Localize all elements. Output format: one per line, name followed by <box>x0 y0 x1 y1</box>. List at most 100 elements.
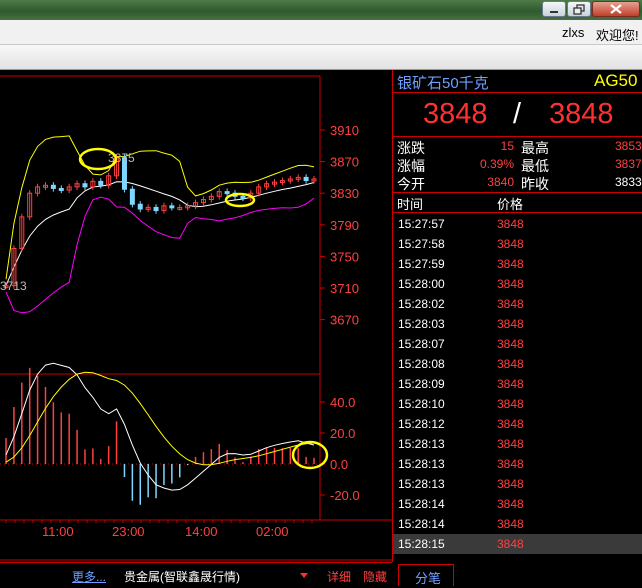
candle-body <box>137 203 143 210</box>
time-axis-label: 02:00 <box>256 524 289 539</box>
restore-icon <box>573 4 585 15</box>
highlight-circle <box>224 192 256 208</box>
tick-row[interactable]: 15:28:13 3848 <box>393 434 642 454</box>
quote-label: 涨幅 <box>397 158 425 174</box>
tick-time: 15:27:57 <box>398 217 445 231</box>
data-source-select[interactable]: 贵金属(智联鑫晟行情) <box>124 568 240 585</box>
quote-value: 0.39% <box>479 157 514 171</box>
tick-row[interactable]: 15:28:14 3848 <box>393 494 642 514</box>
tick-row[interactable]: 15:28:02 3848 <box>393 294 642 314</box>
macd-tick-label: 40.0 <box>330 395 355 410</box>
macd-dea-line <box>5 371 315 466</box>
ask-price: 3848 <box>549 98 614 130</box>
tick-row[interactable]: 15:28:13 3848 <box>393 474 642 494</box>
price-tick-label: 3670 <box>330 313 359 328</box>
candle-body <box>153 206 159 212</box>
quote-label: 最低 <box>521 158 549 174</box>
tick-row[interactable]: 15:28:03 3848 <box>393 314 642 334</box>
tab-ticks[interactable]: 分笔 <box>398 564 454 586</box>
tick-price: 3848 <box>497 497 524 511</box>
tick-row[interactable]: 15:28:12 3848 <box>393 414 642 434</box>
quote-value: 3853 <box>615 139 642 153</box>
tick-row[interactable]: 15:28:07 3848 <box>393 334 642 354</box>
tick-price: 3848 <box>497 477 524 491</box>
macd-tick-label: 20.0 <box>330 426 355 441</box>
welcome-label: 欢迎您! <box>596 28 639 43</box>
toolbar-strip <box>0 45 642 70</box>
chevron-down-icon[interactable] <box>299 572 309 580</box>
tick-time: 15:28:15 <box>398 537 445 551</box>
candle-body <box>58 187 64 191</box>
tick-price: 3848 <box>497 237 524 251</box>
tick-time: 15:28:14 <box>398 497 445 511</box>
tick-time: 15:28:13 <box>398 477 445 491</box>
minimize-icon <box>550 11 558 13</box>
quote-value: 3833 <box>615 175 642 189</box>
tick-price: 3848 <box>497 317 524 331</box>
tick-time: 15:28:10 <box>398 397 445 411</box>
candle-body <box>82 183 88 188</box>
tick-price: 3848 <box>497 517 524 531</box>
close-icon <box>610 4 622 14</box>
candle-body <box>98 180 104 186</box>
quote-value: 3837 <box>615 157 642 171</box>
macd-tick-label: 0.0 <box>330 457 348 472</box>
tick-time: 15:28:00 <box>398 277 445 291</box>
menu-bar: zlxs 欢迎您! <box>0 20 642 45</box>
tick-time: 15:28:12 <box>398 417 445 431</box>
hide-button[interactable]: 隐藏 <box>363 568 387 585</box>
price-tick-label: 3790 <box>330 218 359 233</box>
tick-row[interactable]: 15:28:14 3848 <box>393 514 642 534</box>
tick-row[interactable]: 15:27:58 3848 <box>393 234 642 254</box>
tick-time: 15:27:58 <box>398 237 445 251</box>
more-link[interactable]: 更多... <box>72 568 106 585</box>
instrument-code: AG50 <box>594 71 638 90</box>
tick-time: 15:28:13 <box>398 457 445 471</box>
tick-price: 3848 <box>497 297 524 311</box>
tick-price: 3848 <box>497 437 524 451</box>
tick-row[interactable]: 15:28:15 3848 <box>393 534 642 554</box>
tick-price: 3848 <box>497 357 524 371</box>
user-name-label: zlxs <box>562 25 585 40</box>
tick-price: 3848 <box>497 337 524 351</box>
time-axis-label: 23:00 <box>112 524 145 539</box>
tick-time: 15:28:07 <box>398 337 445 351</box>
tick-price: 3848 <box>497 417 524 431</box>
quote-label: 涨跌 <box>397 140 425 156</box>
price-chart[interactable]: 3910 3870 3830 3790 3750 3710 3670 40.0 20.0 0.0 -… <box>0 70 392 562</box>
tick-price: 3848 <box>497 537 524 551</box>
tick-row[interactable]: 15:28:00 3848 <box>393 274 642 294</box>
time-axis-label: 11:00 <box>42 524 74 539</box>
close-button[interactable] <box>592 1 640 17</box>
tick-price: 3848 <box>497 217 524 231</box>
tick-row[interactable]: 15:28:10 3848 <box>393 394 642 414</box>
col-price-header: 价格 <box>497 197 524 212</box>
tick-time: 15:28:09 <box>398 377 445 391</box>
tick-row[interactable]: 15:28:09 3848 <box>393 374 642 394</box>
tick-row[interactable]: 15:28:08 3848 <box>393 354 642 374</box>
candle-body <box>224 191 230 195</box>
bottom-bar: 更多... 贵金属(智联鑫晟行情) 详细 隐藏 分笔 <box>0 562 642 588</box>
detail-button[interactable]: 详细 <box>327 568 351 585</box>
tick-price: 3848 <box>497 277 524 291</box>
band-upper-line <box>5 135 315 280</box>
tick-row[interactable]: 15:28:13 3848 <box>393 454 642 474</box>
tick-row[interactable]: 15:27:59 3848 <box>393 254 642 274</box>
minimize-button[interactable] <box>542 1 566 17</box>
candle-body <box>50 184 56 189</box>
price-separator: / <box>513 98 522 130</box>
candle-body <box>169 205 175 209</box>
tick-price: 3848 <box>497 457 524 471</box>
tick-time: 15:27:59 <box>398 257 445 271</box>
price-tick-label: 3910 <box>330 123 359 138</box>
quote-label: 最高 <box>521 140 549 156</box>
price-tick-label: 3750 <box>330 249 359 264</box>
tick-row[interactable]: 15:27:57 3848 <box>393 214 642 234</box>
tick-price: 3848 <box>497 257 524 271</box>
quote-label: 今开 <box>397 176 425 192</box>
quote-value: 15 <box>500 139 514 153</box>
instrument-title: 银矿石50千克 <box>397 75 489 92</box>
candle-body <box>240 195 246 199</box>
restore-button[interactable] <box>567 1 591 17</box>
tick-time: 15:28:02 <box>398 297 445 311</box>
